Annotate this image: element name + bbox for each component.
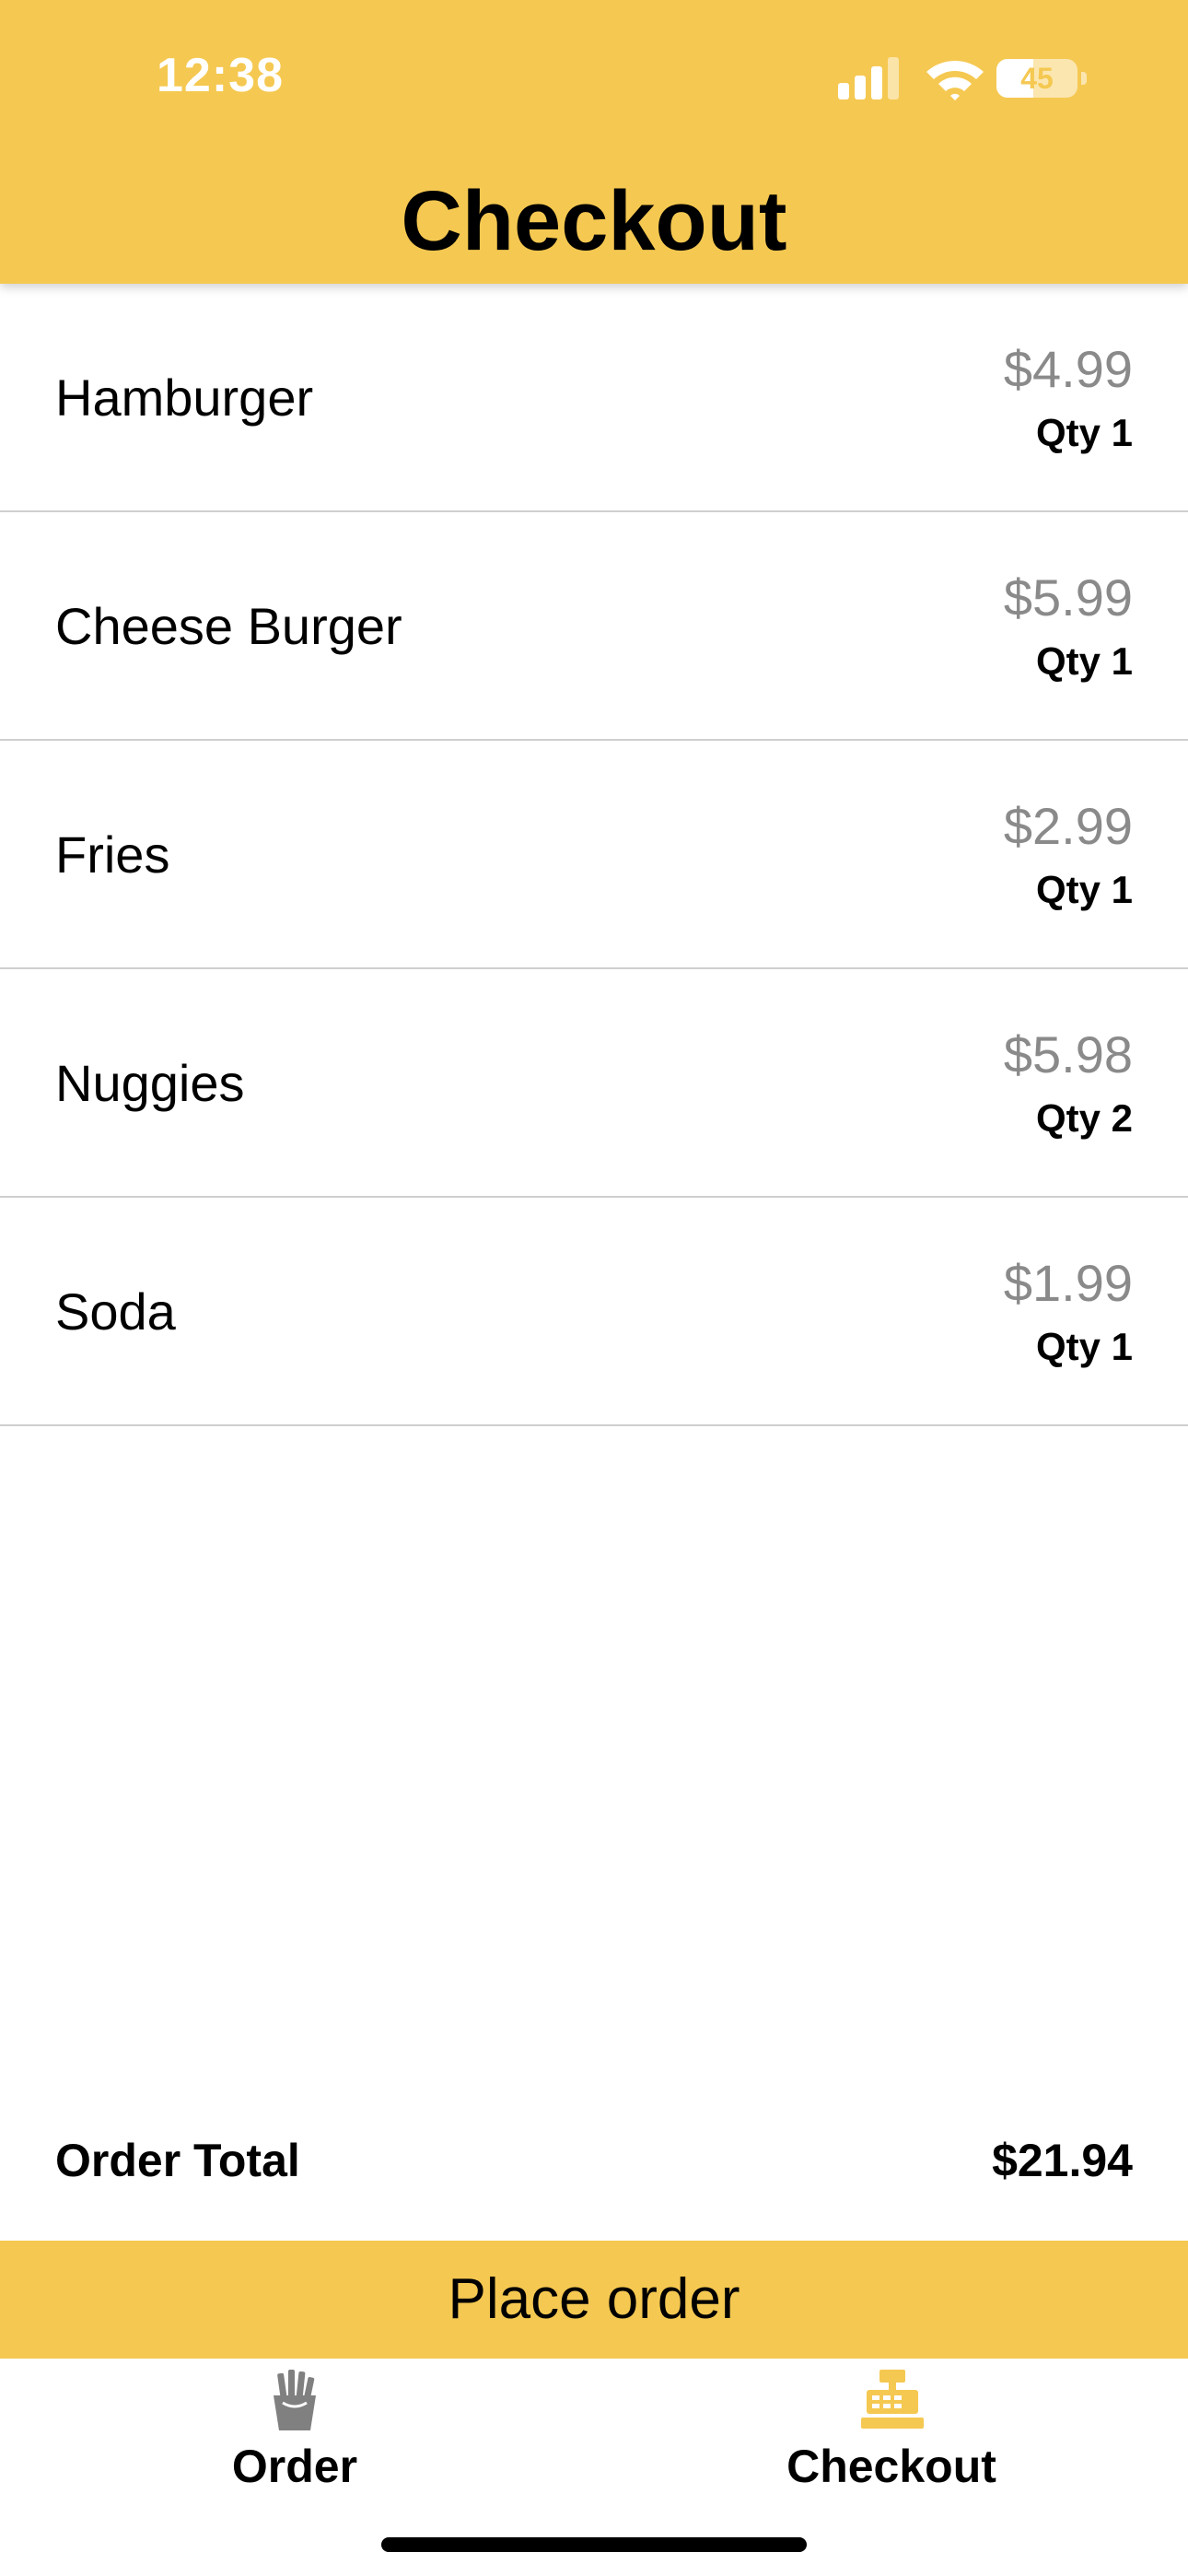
cart-item-row[interactable]: Fries $2.99 Qty 1 [0, 741, 1188, 969]
header-bar: 12:38 45 Checkout [0, 0, 1188, 284]
item-quantity: Qty 2 [1035, 1096, 1133, 1140]
fries-icon [274, 2370, 316, 2430]
item-name: Nuggies [55, 1054, 245, 1112]
item-name: Fries [55, 825, 170, 884]
item-quantity: Qty 1 [1035, 411, 1133, 454]
item-name: Soda [55, 1282, 176, 1341]
item-price: $4.99 [1003, 340, 1133, 398]
item-name: Hamburger [55, 369, 314, 427]
item-quantity: Qty 1 [1035, 639, 1133, 683]
tab-checkout-label: Checkout [786, 2441, 996, 2492]
order-total-label: Order Total [55, 2135, 300, 2186]
cart-item-row[interactable]: Hamburger $4.99 Qty 1 [0, 284, 1188, 512]
cash-register-icon [861, 2370, 924, 2429]
cart-item-row[interactable]: Soda $1.99 Qty 1 [0, 1198, 1188, 1426]
item-price: $2.99 [1003, 797, 1133, 855]
home-indicator [381, 2537, 807, 2552]
status-time: 12:38 [157, 49, 284, 102]
tab-order[interactable]: Order [64, 2359, 525, 2497]
place-order-button[interactable]: Place order [0, 2241, 1188, 2359]
cellular-signal-icon [838, 57, 903, 100]
item-quantity: Qty 1 [1035, 1325, 1133, 1368]
cart-item-row[interactable]: Nuggies $5.98 Qty 2 [0, 969, 1188, 1198]
status-icons: 45 [838, 57, 1087, 103]
battery-icon: 45 [996, 59, 1077, 98]
item-price: $1.99 [1003, 1254, 1133, 1312]
cart-item-row[interactable]: Cheese Burger $5.99 Qty 1 [0, 512, 1188, 741]
battery-level-text: 45 [1020, 62, 1054, 95]
page-title: Checkout [401, 174, 787, 268]
item-quantity: Qty 1 [1035, 868, 1133, 911]
item-price: $5.99 [1003, 568, 1133, 626]
order-total-value: $21.94 [992, 2135, 1133, 2186]
item-price: $5.98 [1003, 1025, 1133, 1083]
tab-order-label: Order [231, 2441, 358, 2492]
wifi-icon [926, 60, 984, 100]
item-name: Cheese Burger [55, 597, 402, 655]
battery-cap [1081, 72, 1087, 85]
cart-item-list: Hamburger $4.99 Qty 1 Cheese Burger $5.9… [0, 284, 1188, 1426]
tab-checkout[interactable]: Checkout [661, 2359, 1122, 2497]
